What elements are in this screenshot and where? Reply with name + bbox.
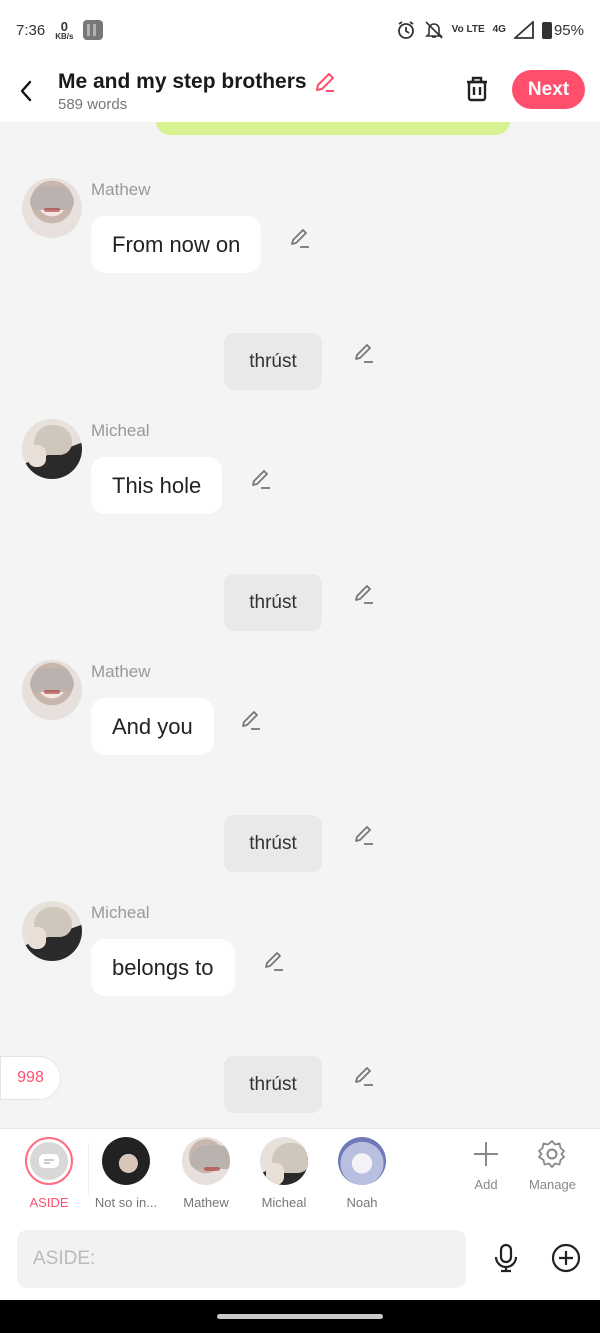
character-label: Mathew	[183, 1195, 229, 1210]
aside-avatar	[25, 1137, 73, 1185]
avatar-mathew	[182, 1137, 230, 1185]
manage-characters-button[interactable]: Manage	[529, 1139, 576, 1192]
next-button[interactable]: Next	[512, 70, 585, 109]
character-mathew[interactable]: Mathew	[181, 1137, 231, 1210]
edit-pencil-icon[interactable]	[239, 708, 263, 732]
composer-bar	[0, 1220, 600, 1300]
gear-icon	[538, 1140, 566, 1168]
previous-message-edge[interactable]	[156, 122, 510, 135]
alarm-icon	[397, 21, 414, 39]
character-aside[interactable]: ASIDE	[25, 1137, 73, 1210]
edit-pencil-icon[interactable]	[262, 949, 286, 973]
network-type: 4G	[492, 24, 506, 35]
edit-title-icon[interactable]	[313, 70, 337, 94]
selector-divider	[88, 1143, 89, 1195]
app-notification-icon	[83, 20, 104, 40]
volte-label: Vo LTE	[451, 24, 485, 35]
edit-pencil-icon[interactable]	[249, 467, 273, 491]
word-count: 589 words	[58, 95, 128, 113]
edit-pencil-icon[interactable]	[352, 341, 376, 365]
character-label: ASIDE	[29, 1195, 69, 1210]
aside-note-icon	[39, 1154, 59, 1168]
action-bubble[interactable]: thrúst	[224, 1056, 322, 1113]
manage-label: Manage	[529, 1177, 576, 1192]
character-label: Micheal	[261, 1195, 307, 1210]
character-name: Mathew	[91, 662, 151, 681]
avatar-mathew[interactable]	[22, 178, 82, 238]
message-counter[interactable]: 998	[0, 1056, 61, 1100]
character-label: Not so in...	[94, 1195, 158, 1210]
add-icon	[474, 1142, 498, 1166]
back-arrow-icon	[20, 80, 32, 102]
edit-pencil-icon[interactable]	[352, 582, 376, 606]
status-time: 7:36	[16, 21, 46, 39]
voice-input-button[interactable]	[490, 1242, 522, 1274]
avatar-micheal[interactable]	[22, 901, 82, 961]
edit-pencil-icon[interactable]	[352, 823, 376, 847]
dialogue-bubble[interactable]: belongs to	[91, 939, 235, 996]
action-bubble[interactable]: thrúst	[224, 815, 322, 872]
character-name: Micheal	[91, 421, 150, 440]
battery-percent: 95%	[553, 21, 584, 39]
dialogue-bubble[interactable]: And you	[91, 698, 214, 755]
avatar-micheal[interactable]	[22, 419, 82, 479]
dialogue-bubble[interactable]: This hole	[91, 457, 223, 514]
signal-icon	[513, 21, 534, 39]
battery-icon	[541, 21, 552, 39]
more-options-button[interactable]	[550, 1242, 582, 1274]
action-bubble[interactable]: thrúst	[224, 333, 322, 390]
aside-input[interactable]	[17, 1230, 466, 1288]
bell-off-icon	[424, 21, 443, 39]
delete-button[interactable]	[460, 72, 494, 106]
character-label: Noah	[346, 1195, 378, 1210]
character-not-so-in[interactable]: Not so in...	[94, 1137, 158, 1210]
microphone-icon	[494, 1243, 518, 1273]
add-character-button[interactable]: Add	[471, 1139, 501, 1192]
back-button[interactable]	[4, 69, 48, 113]
status-bar: 7:36 0 KB/s Vo LTE 4G 95%	[0, 0, 600, 60]
character-noah[interactable]: Noah	[337, 1137, 387, 1210]
trash-icon	[467, 76, 487, 102]
network-speed: 0 KB/s	[55, 20, 73, 41]
story-title-block: Me and my step brothers 589 words	[58, 70, 337, 113]
edit-pencil-icon[interactable]	[288, 226, 312, 250]
edit-pencil-icon[interactable]	[352, 1064, 376, 1088]
plus-circle-icon	[551, 1243, 581, 1273]
avatar-not-so-in	[102, 1137, 150, 1185]
action-bubble[interactable]: thrúst	[224, 574, 322, 631]
character-micheal[interactable]: Micheal	[259, 1137, 309, 1210]
avatar-mathew[interactable]	[22, 660, 82, 720]
story-title: Me and my step brothers	[58, 69, 307, 93]
home-gesture-handle[interactable]	[217, 1314, 383, 1319]
avatar-noah	[338, 1137, 386, 1185]
editor-header: Me and my step brothers 589 words Next	[0, 60, 600, 122]
network-speed-value: 0	[60, 18, 68, 34]
avatar-micheal	[260, 1137, 308, 1185]
dialogue-bubble[interactable]: From now on	[91, 216, 262, 273]
network-speed-unit: KB/s	[55, 31, 74, 41]
battery-indicator: 95%	[541, 21, 584, 39]
chat-area[interactable]: Mathew From now on thrúst Micheal This h…	[0, 122, 600, 1128]
character-name: Micheal	[91, 903, 150, 922]
system-navigation-bar	[0, 1300, 600, 1333]
add-label: Add	[474, 1177, 498, 1192]
character-selector: ASIDE Not so in... Mathew Micheal Noah A…	[0, 1128, 600, 1220]
character-name: Mathew	[91, 180, 151, 199]
